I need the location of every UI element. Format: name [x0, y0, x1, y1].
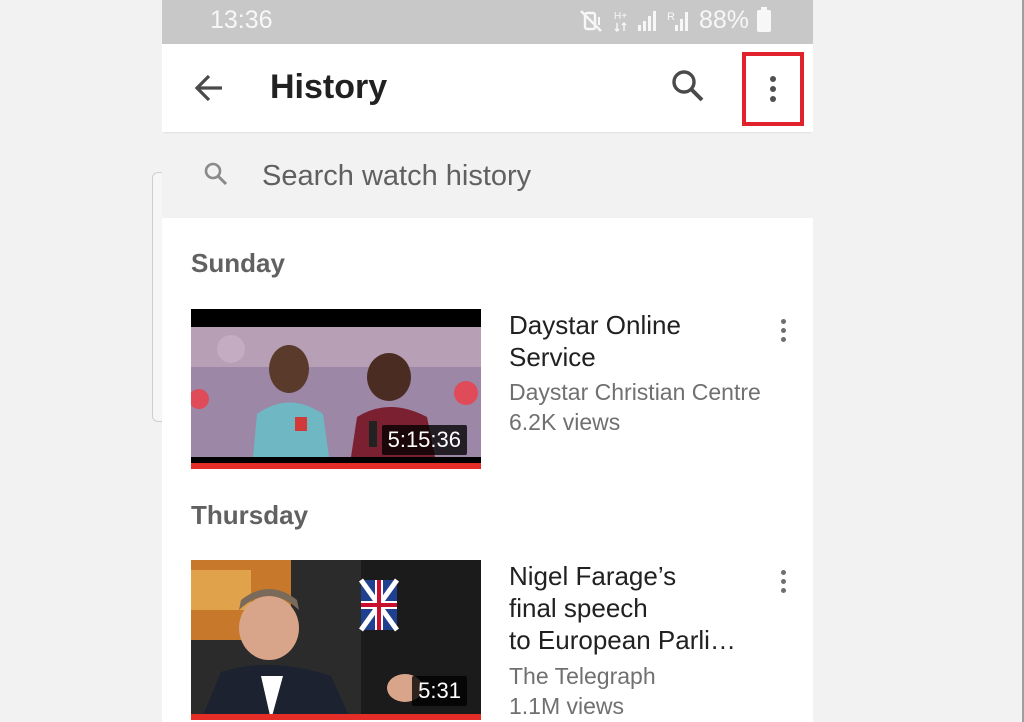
video-channel: The Telegraph	[509, 663, 656, 689]
section-heading-thursday: Thursday	[191, 500, 309, 530]
more-vert-icon	[770, 76, 776, 102]
video-duration: 5:15:36	[381, 425, 467, 455]
status-time: 13:36	[210, 6, 273, 34]
video-title-line: Nigel Farage’s	[509, 561, 677, 591]
battery-percentage: 88%	[698, 6, 749, 34]
video-channel: Daystar Christian Centre	[509, 379, 761, 405]
section-heading-sunday: Sunday	[191, 248, 285, 278]
search-history-input[interactable]	[262, 154, 782, 198]
back-button[interactable]	[192, 70, 228, 106]
video-title-line: final speech	[509, 593, 648, 623]
search-button[interactable]	[668, 66, 708, 106]
more-vert-icon	[771, 319, 795, 342]
video-title-line: Daystar Online	[509, 310, 681, 340]
video-more-button[interactable]	[771, 570, 795, 602]
more-vert-icon	[771, 570, 795, 593]
status-bar: 13:36 H+ R 88%	[162, 0, 813, 44]
svg-text:R: R	[667, 11, 675, 23]
watch-progress-bar	[191, 463, 481, 469]
video-thumbnail[interactable]: 5:15:36	[191, 309, 481, 469]
arrow-back-icon	[194, 74, 222, 102]
video-item[interactable]: 5:31 Nigel Farage’s final speech to Euro…	[191, 560, 791, 720]
video-item[interactable]: 5:15:36 Daystar Online Service Daystar C…	[191, 309, 791, 469]
video-views: 6.2K views	[509, 409, 621, 435]
video-title[interactable]: Daystar Online Service	[509, 309, 764, 373]
video-more-button[interactable]	[771, 319, 795, 351]
video-title-line: Service	[509, 342, 596, 372]
video-views: 1.1M views	[509, 693, 625, 719]
mute-vibrate-icon	[579, 9, 605, 33]
status-icons: H+ R 88%	[579, 6, 771, 35]
hplus-signal-icon: H+	[613, 9, 629, 33]
signal-bars-icon	[637, 9, 659, 33]
more-options-button[interactable]	[742, 52, 804, 126]
roaming-signal-icon: R	[667, 9, 691, 33]
phone-screen: 13:36 H+ R 88% History Search watch hist…	[162, 0, 813, 722]
page-title: History	[270, 68, 388, 106]
app-bar: History	[162, 44, 813, 132]
video-title-line: to European Parli…	[509, 625, 736, 655]
svg-text:H+: H+	[614, 11, 627, 22]
video-thumbnail[interactable]: 5:31	[191, 560, 481, 720]
battery-icon	[757, 6, 771, 32]
watch-progress-bar	[191, 714, 481, 720]
video-duration: 5:31	[412, 676, 467, 706]
video-title[interactable]: Nigel Farage’s final speech to European …	[509, 560, 764, 656]
search-icon	[204, 162, 228, 186]
search-icon	[672, 70, 704, 102]
search-watch-history-bar[interactable]	[162, 134, 813, 218]
